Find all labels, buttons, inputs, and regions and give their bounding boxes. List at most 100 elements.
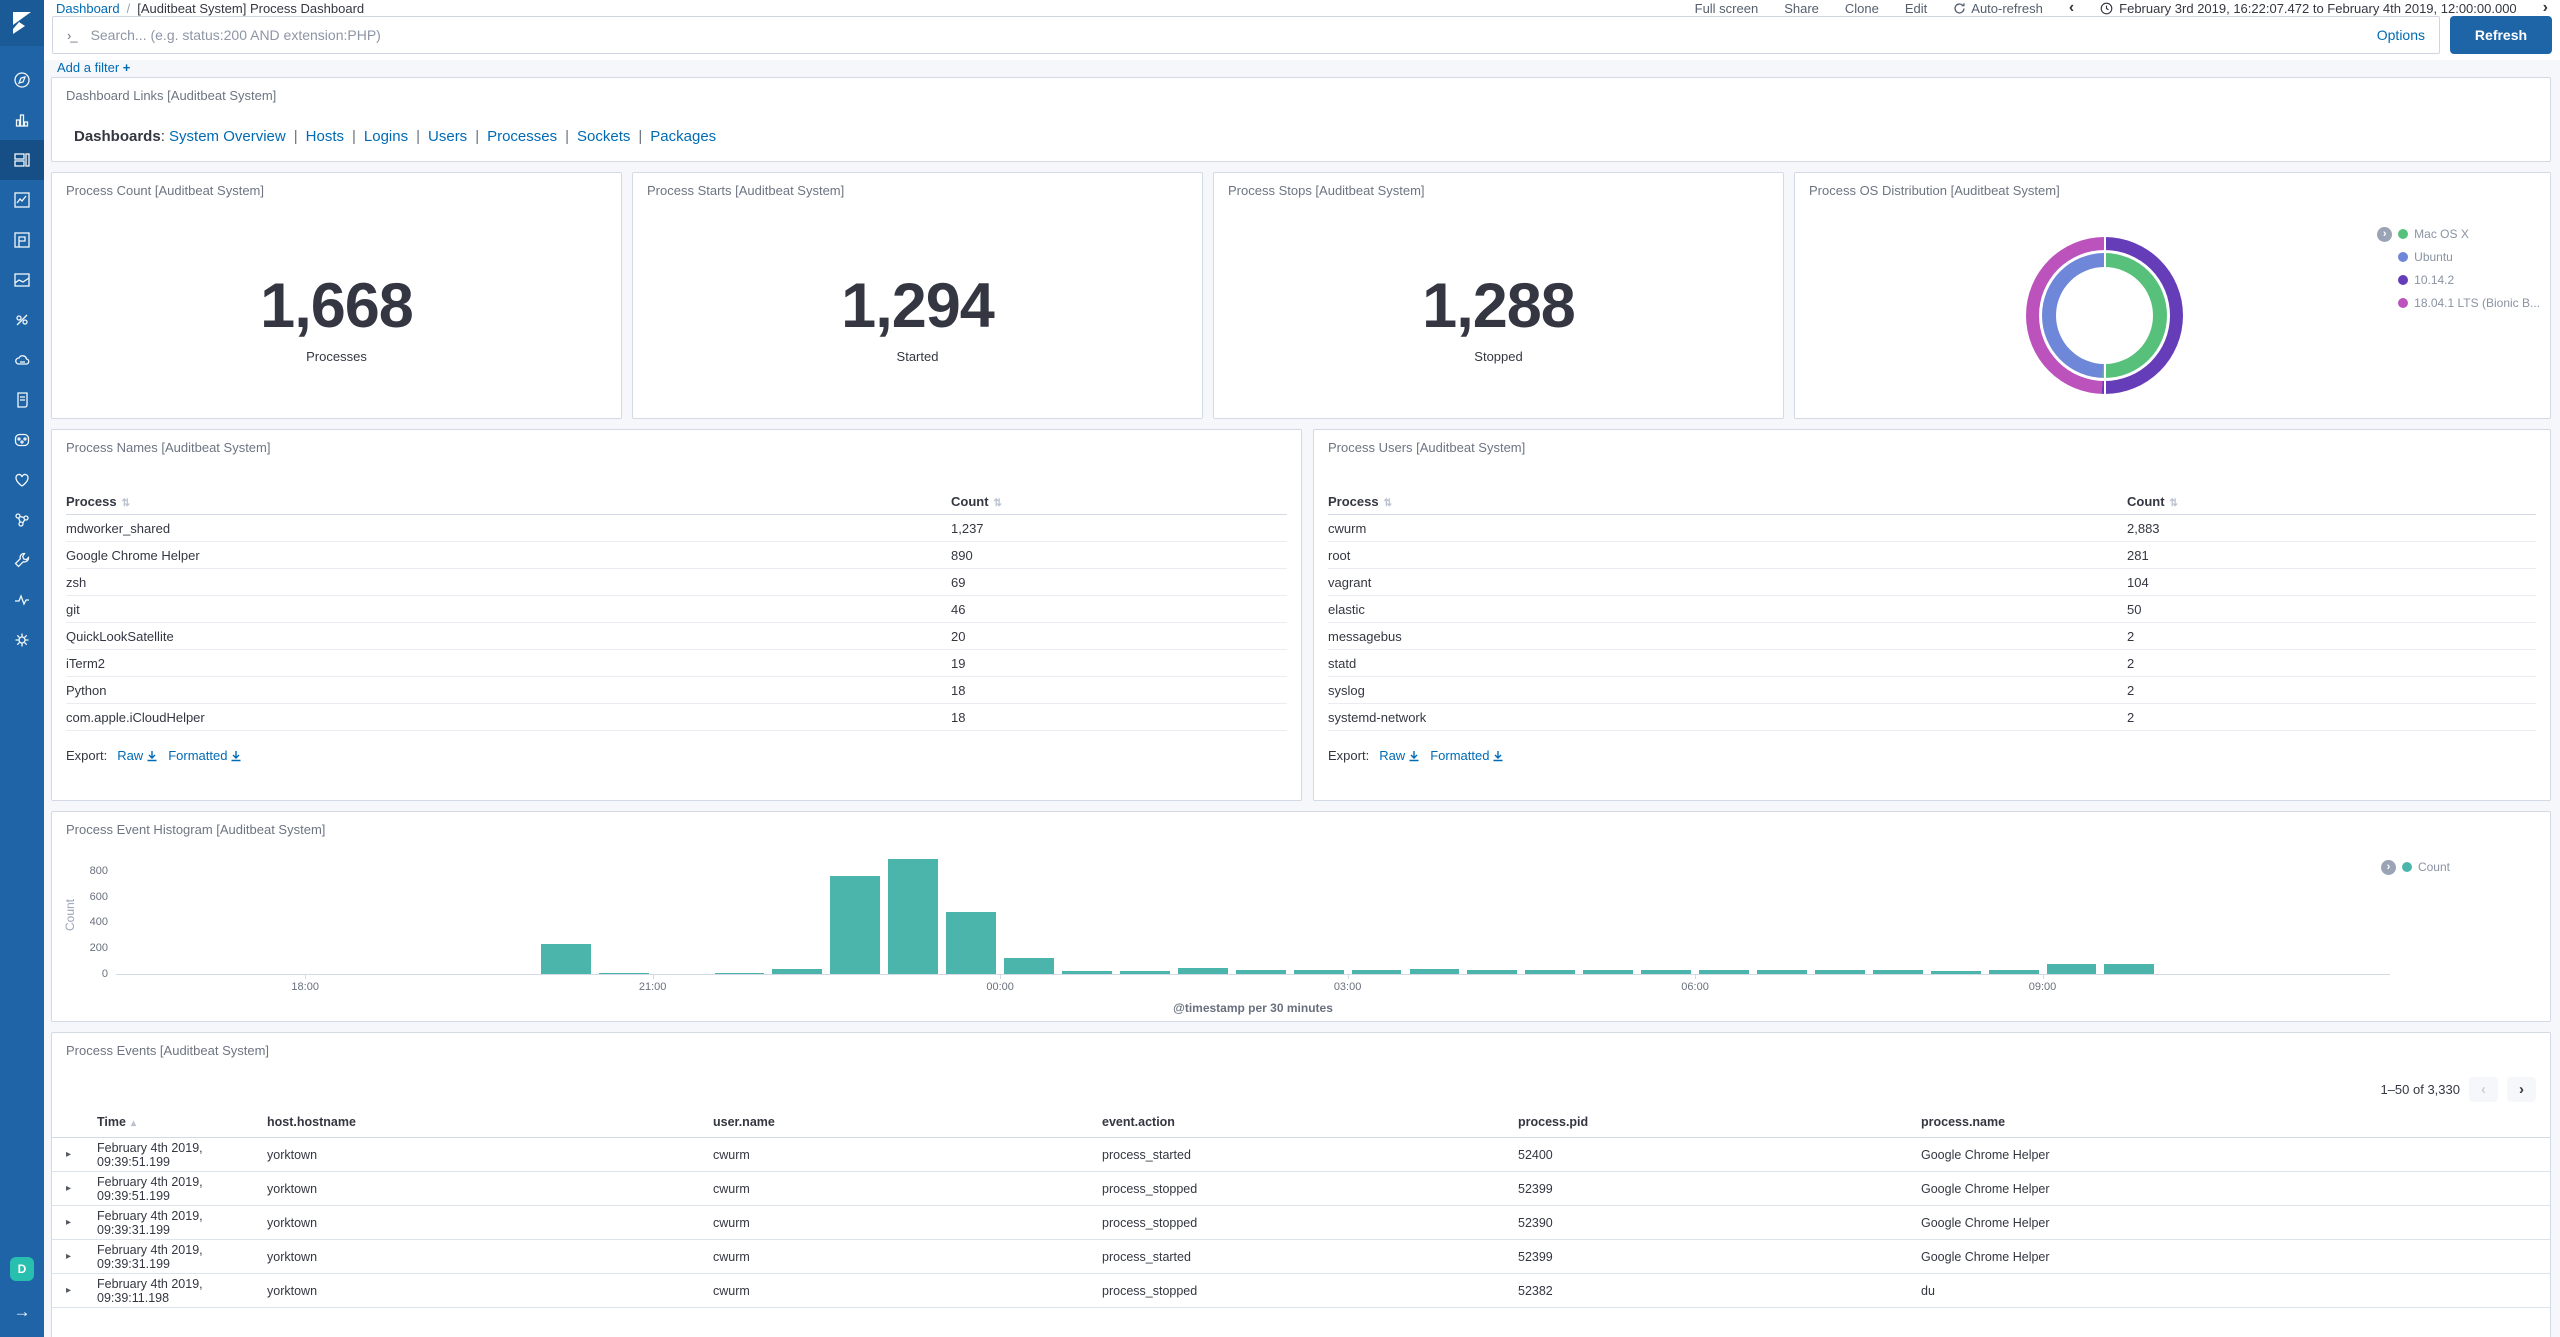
histogram-bar[interactable]: [1872, 969, 1923, 974]
dashboard-link-system-overview[interactable]: System Overview: [169, 128, 286, 145]
histogram-bar[interactable]: [598, 972, 649, 974]
sidebar-item-discover[interactable]: [0, 60, 44, 100]
export-formatted-link[interactable]: Formatted: [168, 748, 242, 763]
histogram-bar[interactable]: [772, 968, 823, 974]
dashboard-link-logins[interactable]: Logins: [364, 128, 408, 145]
sidebar-item-apm[interactable]: [0, 420, 44, 460]
time-range-picker[interactable]: February 3rd 2019, 16:22:07.472 to Febru…: [2100, 1, 2517, 16]
histogram-bar[interactable]: [540, 944, 591, 974]
histogram-bar[interactable]: [1062, 970, 1112, 974]
add-filter-link[interactable]: Add a filter +: [57, 60, 130, 75]
auto-refresh-button[interactable]: Auto-refresh: [1953, 1, 2043, 16]
sidebar-item-visualize[interactable]: [0, 100, 44, 140]
column-header-count[interactable]: Count ⇅: [951, 494, 1287, 509]
histogram-bar[interactable]: [1756, 969, 1807, 974]
histogram-bar[interactable]: [946, 912, 997, 974]
export-raw-link[interactable]: Raw: [117, 748, 158, 763]
histogram-bar[interactable]: [1699, 970, 1749, 974]
dashboard-link-hosts[interactable]: Hosts: [306, 128, 344, 145]
histogram-bar[interactable]: [1930, 970, 1981, 974]
time-prev-chevron[interactable]: ‹: [2069, 0, 2074, 16]
column-header-process[interactable]: Process ⇅: [66, 494, 951, 509]
histogram-bar[interactable]: [1293, 970, 1344, 974]
expand-row-caret-icon[interactable]: ▸: [66, 1183, 97, 1194]
histogram-bar[interactable]: [1467, 970, 1518, 974]
histogram-bar[interactable]: [1235, 969, 1286, 974]
legend-item-10-14-2[interactable]: 10.14.2: [2398, 273, 2540, 287]
sidebar-item-management[interactable]: [0, 620, 44, 660]
sidebar-item-maps[interactable]: [0, 260, 44, 300]
histogram-bar[interactable]: [1409, 968, 1460, 974]
sidebar-item-canvas[interactable]: [0, 220, 44, 260]
legend-item-mac-os-x[interactable]: Mac OS X: [2398, 227, 2540, 241]
histogram-bar[interactable]: [1583, 970, 1634, 974]
histogram-bar[interactable]: [1351, 970, 1402, 974]
sidebar-item-monitoring[interactable]: [0, 580, 44, 620]
logs-icon: [17, 392, 28, 408]
kibana-logo[interactable]: [0, 0, 44, 46]
sidebar-item-machine-learning[interactable]: [0, 300, 44, 340]
cell-count: 890: [951, 547, 973, 563]
edit-button[interactable]: Edit: [1905, 1, 1927, 16]
column-header-process[interactable]: Process ⇅: [1328, 494, 2127, 509]
time-next-chevron[interactable]: ›: [2543, 0, 2548, 16]
expand-row-caret-icon[interactable]: ▸: [66, 1149, 97, 1160]
legend-expand-chevron-icon[interactable]: ›: [2380, 860, 2396, 875]
breadcrumb-dashboard-link[interactable]: Dashboard: [56, 1, 120, 16]
clock-icon: [2100, 2, 2113, 14]
sidebar-item-graph[interactable]: [0, 500, 44, 540]
legend-item-count[interactable]: Count: [2401, 860, 2450, 874]
options-link[interactable]: Options: [2377, 27, 2425, 43]
legend-expand-chevron-icon[interactable]: ›: [2377, 227, 2393, 242]
histogram-bar[interactable]: [2104, 963, 2155, 974]
histogram-bar[interactable]: [888, 859, 939, 974]
histogram-bar[interactable]: [2046, 964, 2097, 974]
prev-page-button[interactable]: ‹: [2469, 1077, 2498, 1102]
histogram-bar[interactable]: [1814, 969, 1865, 974]
expand-row-caret-icon[interactable]: ▸: [66, 1217, 97, 1228]
histogram-bar[interactable]: [1119, 970, 1170, 974]
column-header-count[interactable]: Count ⇅: [2127, 494, 2536, 509]
links-separator: |: [475, 128, 480, 145]
cell-process: statd: [1328, 655, 1357, 671]
histogram-bar[interactable]: [1641, 969, 1692, 974]
os-distribution-donut[interactable]: [2026, 237, 2183, 394]
sort-icon: ⇅: [121, 497, 130, 509]
sidebar-item-timelion[interactable]: [0, 180, 44, 220]
export-formatted-link[interactable]: Formatted: [1430, 748, 1504, 763]
dashboard-link-sockets[interactable]: Sockets: [577, 128, 630, 145]
histogram-bar[interactable]: [830, 876, 881, 974]
refresh-button[interactable]: Refresh: [2450, 16, 2552, 54]
histogram-bar[interactable]: [714, 973, 765, 974]
histogram-bar[interactable]: [1004, 957, 1055, 974]
legend-item-18-04-1-lts-bionic-b-[interactable]: 18.04.1 LTS (Bionic B...: [2398, 296, 2540, 310]
sidebar-icon-list: [0, 60, 44, 660]
histogram-bar[interactable]: [1988, 970, 2039, 974]
dashboard-link-processes[interactable]: Processes: [487, 128, 557, 145]
histogram-bar[interactable]: [1525, 969, 1576, 974]
expand-row-caret-icon[interactable]: ▸: [66, 1251, 97, 1262]
collapse-nav-arrow-icon[interactable]: →: [14, 1295, 31, 1329]
sidebar-item-uptime[interactable]: [0, 460, 44, 500]
cell-count: 2: [2127, 628, 2135, 644]
full-screen-button[interactable]: Full screen: [1695, 1, 1759, 16]
dashboard-link-users[interactable]: Users: [428, 128, 467, 145]
export-raw-link[interactable]: Raw: [1379, 748, 1420, 763]
histogram-bar[interactable]: [1177, 968, 1228, 974]
metric-label: Processes: [306, 349, 367, 364]
share-button[interactable]: Share: [1784, 1, 1819, 16]
legend-item-ubuntu[interactable]: Ubuntu: [2398, 250, 2540, 264]
space-avatar[interactable]: D: [10, 1257, 34, 1281]
clone-button[interactable]: Clone: [1845, 1, 1879, 16]
sidebar-item-logs[interactable]: [0, 380, 44, 420]
dashboard-link-packages[interactable]: Packages: [650, 128, 716, 145]
metric-value: 1,288: [1422, 271, 1576, 341]
sidebar-item-infrastructure[interactable]: [0, 340, 44, 380]
expand-row-caret-icon[interactable]: ▸: [66, 1285, 97, 1296]
event-cell: February 4th 2019, 09:39:31.199: [97, 1208, 203, 1237]
next-page-button[interactable]: ›: [2507, 1077, 2536, 1102]
column-header-time[interactable]: Time ▴: [97, 1115, 267, 1129]
search-input[interactable]: [88, 26, 2365, 44]
sidebar-item-dashboard[interactable]: [0, 140, 44, 180]
sidebar-item-dev-tools[interactable]: [0, 540, 44, 580]
